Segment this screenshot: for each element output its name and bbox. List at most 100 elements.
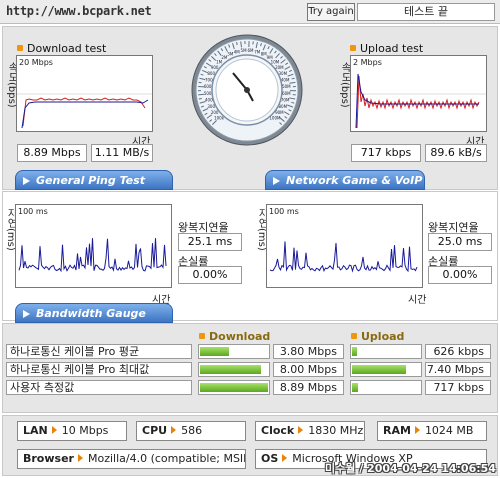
download-value: 8.00 Mbps (273, 362, 344, 377)
try-again-button[interactable]: Try again (307, 3, 355, 21)
ping-chart-svg (18, 238, 167, 273)
cpu-label: CPU (142, 424, 168, 437)
download-speed-bps: 8.89 Mbps (17, 144, 87, 162)
bandwidth-download-header: Download (199, 330, 270, 343)
download-bar (198, 344, 270, 359)
gauge-hub (244, 87, 250, 93)
cpu-value: 586 (181, 424, 203, 437)
bandwidth-upload-header: Upload (351, 330, 404, 343)
download-title: Download test (17, 42, 106, 55)
lan-value: 10 Mbps (61, 424, 109, 437)
clock-info: Clock 1830 MHz (255, 421, 365, 441)
clock-label: Clock (261, 424, 295, 437)
upload-bar-fill (352, 347, 357, 356)
tab-general-ping[interactable]: General Ping Test (15, 170, 173, 190)
game-x-label: 시간 (408, 295, 427, 306)
gauge-scale-label: 30M (279, 71, 288, 76)
ping-loss-value: 0.00% (178, 266, 242, 284)
gauge-scale-label: 400 (205, 98, 213, 103)
ram-label: RAM (383, 424, 411, 437)
gauge-scale-label: 200 (211, 110, 219, 115)
ram-value: 1024 MB (424, 424, 474, 437)
upload-value: 7.40 Mbps (425, 362, 491, 377)
gauge-scale-label: 4M (234, 49, 241, 54)
download-value: 3.80 Mbps (273, 344, 344, 359)
gauge-scale-label: 60M (282, 91, 291, 96)
bandwidth-row: 사용자 측정값 8.89 Mbps 717 kbps (2, 380, 498, 395)
download-trace-blue (21, 99, 149, 129)
gauge-scale-label: 800 (207, 71, 215, 76)
upload-trace-blue (355, 73, 479, 129)
cpu-info: CPU 586 (136, 421, 246, 441)
ping-trace (269, 241, 418, 273)
status-text: 테스트 끝 (357, 3, 495, 21)
game-ymax: 100 ms (269, 207, 299, 216)
bandwidth-row: 하나로통신 케이블 Pro 평균 3.80 Mbps 626 kbps (2, 344, 498, 359)
upload-chart: 2 Mbps (350, 55, 487, 132)
gauge-scale-label: 600 (204, 84, 212, 89)
upload-speed-bytes: 89.6 kB/s (425, 144, 487, 162)
upload-ymax: 2 Mbps (353, 58, 382, 67)
game-latency-value: 25.0 ms (428, 233, 492, 251)
upload-bar (350, 344, 422, 359)
upload-title: Upload test (350, 42, 423, 55)
gauge-scale-label: 5M (241, 48, 248, 53)
upload-bar (350, 362, 422, 377)
gauge-scale-label: 10M (271, 60, 280, 65)
download-bar-fill (200, 347, 229, 356)
gauge-scale-label: 20M (275, 65, 284, 70)
ping-ymax: 100 ms (18, 207, 48, 216)
ping-chart: 100 ms (15, 204, 172, 288)
download-chart-svg (17, 93, 152, 129)
gauge-scale-label: 500 (204, 91, 212, 96)
download-ymax: 20 Mbps (19, 58, 53, 67)
os-label: OS (261, 452, 279, 465)
gauge-scale-label: 80M (279, 104, 288, 109)
upload-bar (350, 380, 422, 395)
download-bar (198, 380, 270, 395)
gauge-scale-label: 50M (282, 84, 291, 89)
gauge-scale-label: 70M (281, 98, 290, 103)
site-url[interactable]: http://www.bcpark.net (6, 4, 152, 18)
gauge-scale-label: 900 (211, 65, 219, 70)
download-value: 8.89 Mbps (273, 380, 344, 395)
clock-value: 1830 MHz (308, 424, 364, 437)
gauge-scale-label: 300 (207, 104, 215, 109)
download-bar-fill (200, 383, 268, 392)
ram-info: RAM 1024 MB (377, 421, 487, 441)
upload-bar-fill (352, 365, 406, 374)
header-bar: http://www.bcpark.net Try again 테스트 끝 (0, 0, 500, 24)
gauge-scale-label: 6M (247, 48, 254, 53)
gauge-scale-label: 700 (205, 77, 213, 82)
speed-gauge: 100k 200 300 400 500 600 700 800 900 1M 2M 3M 4M 5M 6M… (190, 33, 304, 147)
bandwidth-row-name: 하나로통신 케이블 Pro 최대값 (6, 362, 192, 377)
gauge-scale-label: 1M (216, 60, 223, 65)
bandwidth-row-name: 하나로통신 케이블 Pro 평균 (6, 344, 192, 359)
download-chart: 20 Mbps (16, 55, 153, 132)
upload-speed-bps: 717 kbps (351, 144, 421, 162)
tab-network-game[interactable]: Network Game & VoIP Test (265, 170, 425, 207)
gauge-scale-label: 90M (275, 110, 284, 115)
upload-trace-red (356, 75, 480, 129)
tab-bandwidth-gauge[interactable]: Bandwidth Gauge (15, 303, 173, 323)
browser-info: Browser Mozilla/4.0 (compatible; MSIE 6.0 (17, 449, 246, 469)
gauge-scale-label: 40M (281, 77, 290, 82)
game-loss-value: 0.00% (428, 266, 492, 284)
game-chart: 100 ms (266, 204, 423, 288)
upload-value: 626 kbps (425, 344, 491, 359)
browser-label: Browser (23, 452, 74, 465)
download-speed-bytes: 1.11 MB/s (91, 144, 153, 162)
bandwidth-row-name: 사용자 측정값 (6, 380, 192, 395)
upload-bar-fill (352, 383, 358, 392)
ping-latency-value: 25.1 ms (178, 233, 242, 251)
bandwidth-row: 하나로통신 케이블 Pro 최대값 8.00 Mbps 7.40 Mbps (2, 362, 498, 377)
upload-value: 717 kbps (425, 380, 491, 395)
browser-value: Mozilla/4.0 (compatible; MSIE 6.0 (87, 452, 245, 465)
upload-chart-svg (351, 73, 486, 129)
download-bar-fill (200, 365, 261, 374)
download-bar (198, 362, 270, 377)
game-chart-svg (269, 241, 418, 273)
watermark-text: 미수월 / 2004-04-24 14:06:54 (325, 462, 496, 475)
lan-info: LAN 10 Mbps (17, 421, 127, 441)
lan-label: LAN (23, 424, 48, 437)
